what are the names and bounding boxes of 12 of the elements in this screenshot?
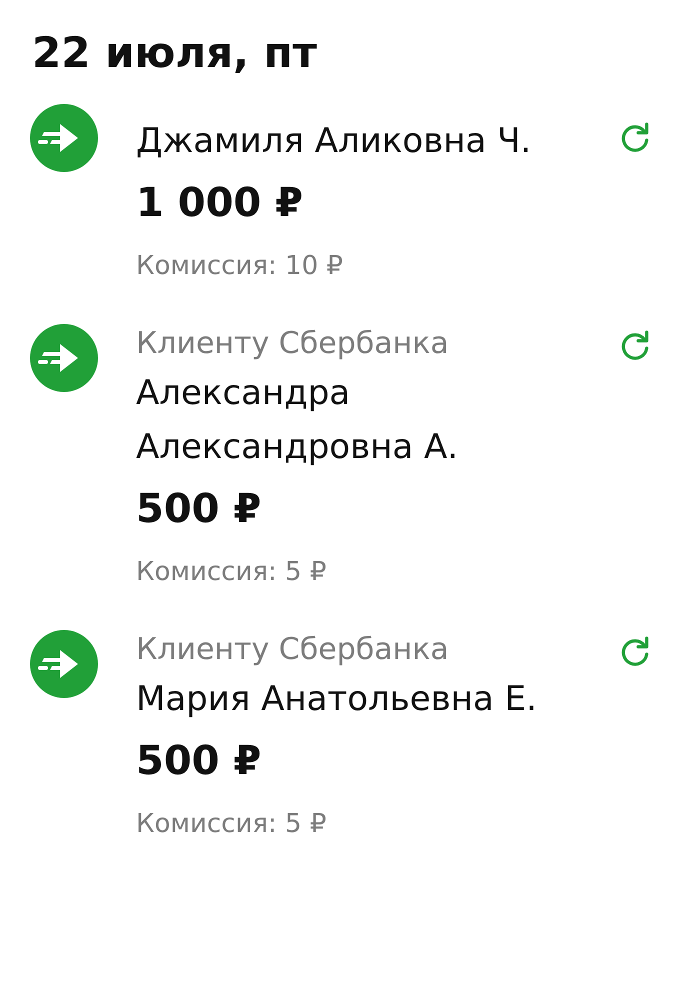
transfer-category: Клиенту Сбербанка [136,325,450,363]
recipient-name: Джамиля Аликовна Ч. [136,120,532,163]
transfer-category: Клиенту Сбербанка [136,631,450,669]
commission-text: Комиссия: 10 ₽ [136,250,344,283]
transfer-amount: 500 ₽ [136,485,262,534]
date-heading: 22 июля, пт [32,28,317,76]
transfer-amount: 500 ₽ [136,737,262,786]
commission-text: Комиссия: 5 ₽ [136,556,328,589]
recipient-name: Александра Александровна А. [136,372,460,469]
transfer-amount: 1 000 ₽ [136,179,304,228]
recipient-name: Мария Анатольевна Е. [136,678,538,721]
commission-text: Комиссия: 5 ₽ [136,808,328,841]
